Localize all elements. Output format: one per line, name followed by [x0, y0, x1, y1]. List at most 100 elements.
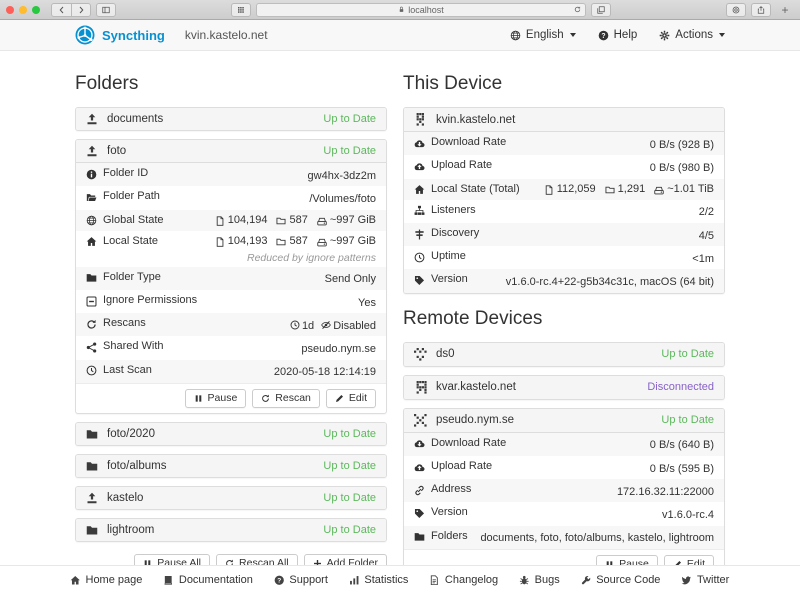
folder-open-icon [86, 192, 97, 203]
folder-row-foto2020[interactable]: foto/2020 Up to Date [76, 423, 386, 445]
folders-title: Folders [75, 73, 387, 95]
folder-panel-lightroom: lightroom Up to Date [75, 518, 387, 542]
folder-row-lightroom[interactable]: lightroom Up to Date [76, 519, 386, 541]
this-device-row[interactable]: kvin.kastelo.net [404, 108, 724, 132]
info-icon [86, 169, 97, 180]
reader-button[interactable] [726, 3, 746, 17]
globe-icon [86, 215, 97, 226]
footer-link-twitter[interactable]: Twitter [681, 574, 729, 586]
pause-button[interactable]: Pause [185, 389, 247, 408]
tag-icon [414, 275, 425, 286]
folder-icon [86, 460, 98, 472]
refresh-icon[interactable] [574, 6, 581, 13]
folder-panel-foto: foto Up to Date Folder ID gw4hx-3dz2m Fo… [75, 139, 387, 414]
home-icon [86, 236, 97, 247]
device-identicon [414, 414, 427, 427]
sidebar-icon [102, 6, 110, 14]
listeners-row: Listeners 2/2 [404, 200, 724, 223]
status-badge: Up to Date [661, 348, 714, 360]
device-panel-ds0: ds0 Up to Date [403, 342, 725, 367]
forward-button[interactable] [71, 3, 91, 17]
folder-row-kastelo[interactable]: kastelo Up to Date [76, 487, 386, 509]
status-badge: Up to Date [323, 524, 376, 536]
reduced-note: Reduced by ignore patterns [76, 252, 386, 267]
window-controls[interactable] [6, 6, 40, 14]
address-row: Address 172.16.32.11:22000 [404, 479, 724, 502]
folder-row-foto[interactable]: foto Up to Date [76, 140, 386, 163]
minimize-window-button[interactable] [19, 6, 27, 14]
target-icon [732, 6, 740, 14]
file-text-icon [429, 575, 440, 586]
remote-devices-title: Remote Devices [403, 308, 725, 330]
folder-icon [276, 237, 286, 247]
device-row-kvar[interactable]: kvar.kastelo.net Disconnected [404, 376, 724, 399]
tab-overview-button[interactable] [591, 3, 611, 17]
device-panel-kvar: kvar.kastelo.net Disconnected [403, 375, 725, 400]
lock-icon [398, 6, 405, 13]
cloud-upload-icon [414, 462, 425, 473]
folders-row: Folders documents, foto, foto/albums, ka… [404, 526, 724, 549]
eye-slash-icon [321, 320, 331, 330]
cloud-upload-icon [414, 161, 425, 172]
this-device-panel: kvin.kastelo.net Download Rate 0 B/s (92… [403, 107, 725, 294]
folder-panel-kastelo: kastelo Up to Date [75, 486, 387, 510]
footer-link-home[interactable]: Home page [70, 574, 142, 586]
book-icon [163, 575, 174, 586]
sidebar-toggle-button[interactable] [96, 3, 116, 17]
share-alt-icon [86, 342, 97, 353]
footer-link-documentation[interactable]: Documentation [163, 574, 253, 586]
device-row-ds0[interactable]: ds0 Up to Date [404, 343, 724, 366]
download-rate-row: Download Rate 0 B/s (640 B) [404, 433, 724, 456]
folder-icon [86, 524, 98, 536]
device-hostname: kvin.kastelo.net [185, 28, 268, 42]
address-bar[interactable]: localhost [256, 3, 586, 17]
upload-icon [86, 492, 98, 504]
footer-link-support[interactable]: ?Support [274, 574, 328, 586]
download-rate-row: Download Rate 0 B/s (928 B) [404, 132, 724, 155]
home-icon [414, 184, 425, 195]
footer-link-changelog[interactable]: Changelog [429, 574, 498, 586]
clock-icon [414, 252, 425, 263]
svg-text:?: ? [601, 32, 605, 39]
share-button[interactable] [751, 3, 771, 17]
file-icon [215, 216, 225, 226]
close-window-button[interactable] [6, 6, 14, 14]
folder-id-row: Folder ID gw4hx-3dz2m [76, 163, 386, 186]
folder-path-row: Folder Path /Volumes/foto [76, 186, 386, 209]
brand-name: Syncthing [102, 28, 165, 43]
folder-panel-foto2020: foto/2020 Up to Date [75, 422, 387, 446]
sitemap-icon [414, 205, 425, 216]
pencil-icon [335, 394, 344, 403]
refresh-icon [86, 319, 97, 330]
url-text: localhost [408, 5, 444, 15]
link-icon [414, 485, 425, 496]
folder-row-fotoalbums[interactable]: foto/albums Up to Date [76, 455, 386, 477]
tag-icon [414, 508, 425, 519]
device-row-pseudo[interactable]: pseudo.nym.se Up to Date [404, 409, 724, 433]
gear-icon [659, 30, 670, 41]
caret-down-icon [570, 33, 576, 37]
footer-link-source[interactable]: Source Code [581, 574, 661, 586]
back-button[interactable] [51, 3, 71, 17]
new-tab-button[interactable]: + [776, 3, 794, 17]
language-menu[interactable]: English [510, 29, 576, 41]
rescans-row: Rescans 1dDisabled [76, 313, 386, 336]
folder-icon [605, 185, 615, 195]
pause-icon [194, 394, 203, 403]
upload-icon [86, 113, 98, 125]
help-menu[interactable]: ? Help [598, 29, 638, 41]
cloud-download-icon [414, 138, 425, 149]
zoom-window-button[interactable] [32, 6, 40, 14]
globe-icon [510, 30, 521, 41]
folder-row-documents[interactable]: documents Up to Date [76, 108, 386, 130]
actions-menu[interactable]: Actions [659, 29, 725, 41]
device-identicon [414, 348, 427, 361]
home-icon [70, 575, 81, 586]
top-sites-button[interactable] [231, 3, 251, 17]
clock-icon [86, 365, 97, 376]
rescan-button[interactable]: Rescan [252, 389, 320, 408]
footer-link-bugs[interactable]: Bugs [519, 574, 560, 586]
edit-button[interactable]: Edit [326, 389, 376, 408]
file-icon [544, 185, 554, 195]
footer-link-statistics[interactable]: Statistics [349, 574, 409, 586]
